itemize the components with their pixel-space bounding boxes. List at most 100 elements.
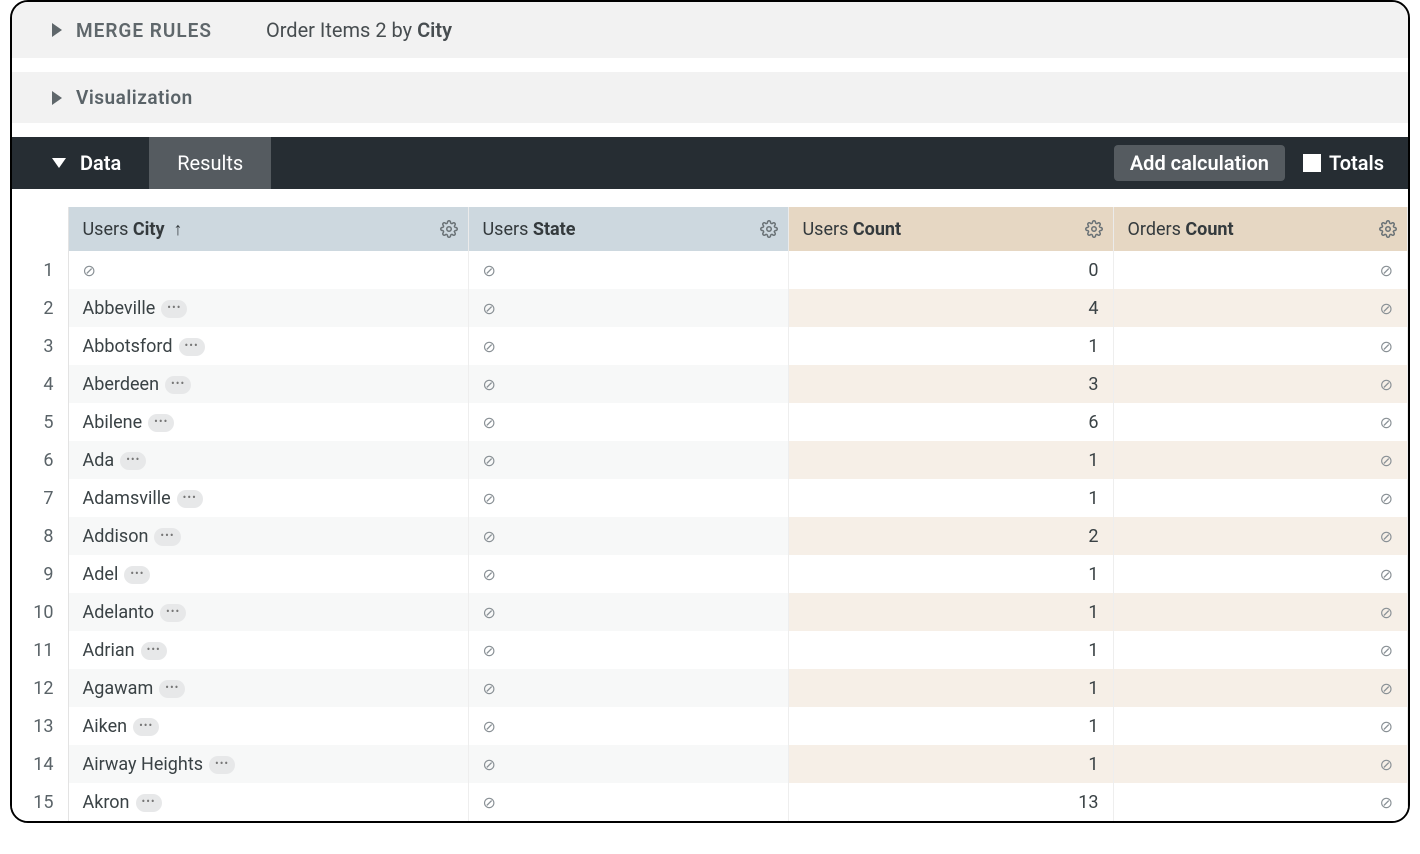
cell-orders-count[interactable]: ⊘ — [1113, 783, 1408, 821]
cell-state[interactable]: ⊘ — [468, 555, 788, 593]
ellipsis-icon[interactable] — [120, 452, 146, 470]
ellipsis-icon[interactable] — [133, 718, 159, 736]
null-icon: ⊘ — [483, 261, 496, 280]
cell-orders-count[interactable]: ⊘ — [1113, 479, 1408, 517]
cell-orders-count[interactable]: ⊘ — [1113, 289, 1408, 327]
cell-orders-count[interactable]: ⊘ — [1113, 707, 1408, 745]
cell-users-count[interactable]: 3 — [788, 365, 1113, 403]
cell-city[interactable]: Agawam — [68, 669, 468, 707]
totals-toggle[interactable]: Totals — [1303, 151, 1384, 175]
column-header-city[interactable]: Users City ↑ — [68, 207, 468, 251]
table-row: 9Adel⊘1⊘ — [12, 555, 1408, 593]
cell-users-count[interactable]: 1 — [788, 631, 1113, 669]
cell-state[interactable]: ⊘ — [468, 631, 788, 669]
cell-city-value: Adrian — [83, 640, 135, 661]
cell-users-count[interactable]: 1 — [788, 327, 1113, 365]
cell-city[interactable]: Addison — [68, 517, 468, 555]
data-tab[interactable]: Data — [12, 137, 149, 189]
cell-state[interactable]: ⊘ — [468, 479, 788, 517]
cell-state[interactable]: ⊘ — [468, 365, 788, 403]
column-header-orders-count[interactable]: Orders Count — [1113, 207, 1408, 251]
null-icon: ⊘ — [1380, 755, 1393, 774]
cell-city[interactable]: Adrian — [68, 631, 468, 669]
column-header-ocount-prefix: Orders — [1128, 219, 1186, 240]
cell-orders-count[interactable]: ⊘ — [1113, 669, 1408, 707]
cell-users-count[interactable]: 2 — [788, 517, 1113, 555]
gear-icon[interactable] — [1379, 220, 1397, 238]
cell-city-value: Abbeville — [83, 298, 156, 319]
cell-city[interactable]: Abbeville — [68, 289, 468, 327]
ellipsis-icon[interactable] — [161, 300, 187, 318]
cell-users-count[interactable]: 4 — [788, 289, 1113, 327]
cell-state[interactable]: ⊘ — [468, 517, 788, 555]
cell-orders-count[interactable]: ⊘ — [1113, 327, 1408, 365]
cell-users-count[interactable]: 1 — [788, 441, 1113, 479]
gear-icon[interactable] — [760, 220, 778, 238]
merge-rules-title-prefix: Order Items 2 by — [266, 18, 417, 42]
column-header-state[interactable]: Users State — [468, 207, 788, 251]
gear-icon[interactable] — [1085, 220, 1103, 238]
cell-city[interactable]: Abilene — [68, 403, 468, 441]
ellipsis-icon[interactable] — [159, 680, 185, 698]
cell-state[interactable]: ⊘ — [468, 745, 788, 783]
cell-orders-count[interactable]: ⊘ — [1113, 745, 1408, 783]
cell-orders-count[interactable]: ⊘ — [1113, 555, 1408, 593]
cell-city[interactable]: Akron — [68, 783, 468, 821]
cell-city[interactable]: Adel — [68, 555, 468, 593]
cell-state[interactable]: ⊘ — [468, 707, 788, 745]
cell-users-count[interactable]: 1 — [788, 669, 1113, 707]
null-icon: ⊘ — [1380, 527, 1393, 546]
cell-users-count[interactable]: 1 — [788, 745, 1113, 783]
cell-state[interactable]: ⊘ — [468, 441, 788, 479]
ellipsis-icon[interactable] — [136, 794, 162, 812]
null-icon: ⊘ — [1380, 261, 1393, 280]
ellipsis-icon[interactable] — [209, 756, 235, 774]
gear-icon[interactable] — [440, 220, 458, 238]
ellipsis-icon[interactable] — [141, 642, 167, 660]
cell-orders-count[interactable]: ⊘ — [1113, 403, 1408, 441]
ellipsis-icon[interactable] — [148, 414, 174, 432]
cell-city[interactable]: Adelanto — [68, 593, 468, 631]
ellipsis-icon[interactable] — [165, 376, 191, 394]
ellipsis-icon[interactable] — [154, 528, 180, 546]
cell-users-count[interactable]: 1 — [788, 707, 1113, 745]
cell-city[interactable]: ⊘ — [68, 251, 468, 289]
cell-city[interactable]: Airway Heights — [68, 745, 468, 783]
ellipsis-icon[interactable] — [160, 604, 186, 622]
ellipsis-icon[interactable] — [179, 338, 205, 356]
cell-state[interactable]: ⊘ — [468, 669, 788, 707]
ellipsis-icon[interactable] — [124, 566, 150, 584]
ellipsis-icon[interactable] — [177, 490, 203, 508]
cell-state[interactable]: ⊘ — [468, 593, 788, 631]
cell-city[interactable]: Aiken — [68, 707, 468, 745]
cell-state[interactable]: ⊘ — [468, 403, 788, 441]
cell-orders-count[interactable]: ⊘ — [1113, 441, 1408, 479]
cell-city[interactable]: Abbotsford — [68, 327, 468, 365]
cell-orders-count[interactable]: ⊘ — [1113, 631, 1408, 669]
cell-state[interactable]: ⊘ — [468, 251, 788, 289]
cell-city[interactable]: Aberdeen — [68, 365, 468, 403]
cell-city[interactable]: Adamsville — [68, 479, 468, 517]
cell-orders-count[interactable]: ⊘ — [1113, 593, 1408, 631]
cell-users-count[interactable]: 1 — [788, 479, 1113, 517]
cell-users-count[interactable]: 6 — [788, 403, 1113, 441]
visualization-bar[interactable]: Visualization — [12, 72, 1408, 123]
cell-users-count[interactable]: 13 — [788, 783, 1113, 821]
cell-users-count[interactable]: 0 — [788, 251, 1113, 289]
results-tab[interactable]: Results — [149, 137, 271, 189]
cell-users-count[interactable]: 1 — [788, 593, 1113, 631]
cell-orders-count[interactable]: ⊘ — [1113, 365, 1408, 403]
cell-orders-count[interactable]: ⊘ — [1113, 251, 1408, 289]
cell-state[interactable]: ⊘ — [468, 289, 788, 327]
cell-orders-count[interactable]: ⊘ — [1113, 517, 1408, 555]
cell-state[interactable]: ⊘ — [468, 327, 788, 365]
add-calculation-button[interactable]: Add calculation — [1114, 145, 1285, 181]
app-frame: MERGE RULES Order Items 2 by City Visual… — [10, 0, 1410, 823]
cell-state[interactable]: ⊘ — [468, 783, 788, 821]
merge-rules-bar[interactable]: MERGE RULES Order Items 2 by City — [12, 2, 1408, 58]
column-header-rownum — [12, 207, 68, 251]
cell-city[interactable]: Ada — [68, 441, 468, 479]
column-header-users-count[interactable]: Users Count — [788, 207, 1113, 251]
null-icon: ⊘ — [483, 641, 496, 660]
cell-users-count[interactable]: 1 — [788, 555, 1113, 593]
